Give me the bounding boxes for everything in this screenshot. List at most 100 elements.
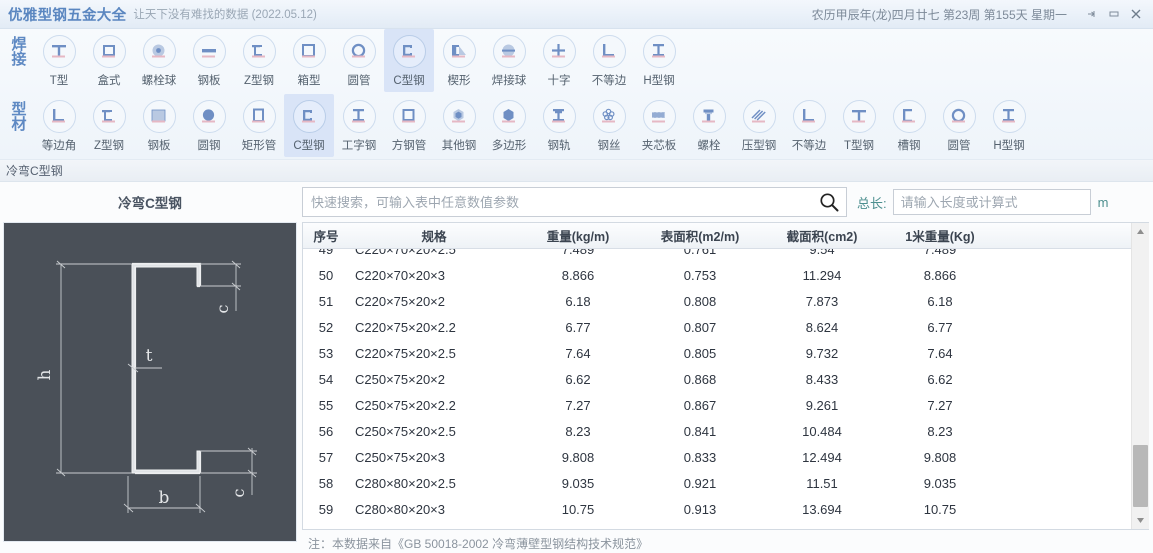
scroll-down-arrow-icon[interactable] (1131, 512, 1149, 529)
ribbon-item-钢板[interactable]: 钢板 (184, 29, 234, 92)
ribbon-item-T型[interactable]: T型 (34, 29, 84, 92)
table-cell: 8.866 (561, 267, 595, 283)
lunar-date-info: 农历甲辰年(龙)四月廿七 第23周 第155天 星期一 (811, 7, 1067, 22)
vertical-scrollbar[interactable] (1131, 223, 1149, 529)
table-cell: 59 (318, 501, 334, 517)
table-cell: C220×70×20×3 (355, 267, 446, 283)
ribbon-item-C型钢[interactable]: C型钢 (284, 94, 334, 157)
ribbon-item-Z型钢[interactable]: Z型钢 (84, 94, 134, 157)
table-row[interactable]: 49 C220×70×20×2.5 7.489 0.761 9.54 7.489 (303, 249, 1148, 262)
table-header-row: 序号 规格 重量(kg/m) 表面积(m2/m) 截面积(cm2) 1米重量(Kg) (303, 223, 1148, 249)
ribbon-item-盒式[interactable]: 盒式 (84, 29, 134, 92)
total-length-input[interactable] (893, 190, 1090, 214)
table-column-header[interactable]: 表面积(m2/m) (637, 226, 763, 245)
ribbon-item-矩形管[interactable]: 矩形管 (234, 94, 284, 157)
table-column-header[interactable]: 1米重量(Kg) (881, 226, 999, 245)
ribbon-item-Z型钢[interactable]: Z型钢 (234, 29, 284, 92)
table-row[interactable]: 52 C220×75×20×2.2 6.77 0.807 8.624 6.77 (303, 314, 1148, 340)
table-column-header[interactable]: 规格 (349, 226, 519, 245)
scrollbar-track[interactable] (1131, 240, 1149, 512)
c-section-icon (292, 100, 326, 133)
ribbon-item-label: 钢板 (197, 75, 221, 87)
scrollbar-thumb[interactable] (1132, 445, 1148, 507)
ribbon-item-槽钢[interactable]: 槽钢 (884, 94, 934, 157)
ribbon-category-profiles: 型 材 (4, 94, 34, 133)
rect-tube-icon (242, 100, 276, 133)
ribbon-item-等边角[interactable]: 等边角 (34, 94, 84, 157)
ribbon-item-多边形[interactable]: 多边形 (484, 94, 534, 157)
search-box[interactable] (302, 187, 847, 217)
ribbon-item-焊接球[interactable]: 焊接球 (484, 29, 534, 92)
ribbon-item-十字[interactable]: 十字 (534, 29, 584, 92)
steel-plate-icon (192, 35, 226, 68)
app-slogan: 让天下没有难找的数据 (2022.05.12) (133, 9, 317, 21)
wedge-icon (442, 35, 476, 68)
ribbon-item-钢板[interactable]: 钢板 (134, 94, 184, 157)
ribbon-item-label: 钢轨 (547, 140, 571, 152)
table-column-header[interactable]: 截面积(cm2) (763, 226, 881, 245)
ribbon-item-圆管[interactable]: 圆管 (934, 94, 984, 157)
right-panel: 总长: m 序号规格重量(kg/m)表面积(m2/m)截面积(cm2)1米重量(… (300, 182, 1153, 553)
table-cell: 8.433 (805, 371, 839, 387)
box-section-icon (92, 35, 126, 68)
c-channel-section-diagram: h c c t b (3, 222, 297, 542)
ribbon-item-不等边[interactable]: 不等边 (584, 29, 634, 92)
steel-wire-icon (592, 100, 626, 133)
table-cell: 13.694 (802, 501, 842, 517)
table-row[interactable]: 54 C250×75×20×2 6.62 0.868 8.433 6.62 (303, 366, 1148, 392)
ribbon-item-label: Z型钢 (93, 140, 125, 152)
close-icon[interactable] (1125, 4, 1147, 24)
ribbon-item-H型钢[interactable]: H型钢 (634, 29, 684, 92)
total-length-label: 总长: (857, 195, 887, 211)
maximize-icon[interactable] (1103, 4, 1125, 24)
table-row[interactable]: 60C300×80×20×2.59.4280.96112.019.428 (303, 522, 1148, 530)
total-length-box[interactable] (892, 189, 1091, 215)
table-row[interactable]: 51 C220×75×20×2 6.18 0.808 7.873 6.18 (303, 288, 1148, 314)
ribbon-item-螺栓球[interactable]: 螺栓球 (134, 29, 184, 92)
t-section-icon (842, 100, 876, 133)
table-row[interactable]: 56 C250×75×20×2.5 8.23 0.841 10.484 8.23 (303, 418, 1148, 444)
table-cell: 54 (318, 371, 334, 387)
box-icon (292, 35, 326, 68)
search-input[interactable] (303, 189, 812, 215)
ribbon-item-圆管[interactable]: 圆管 (334, 29, 384, 92)
ribbon-item-钢丝[interactable]: 钢丝 (584, 94, 634, 157)
table-row[interactable]: 53 C220×75×20×2.5 7.64 0.805 9.732 7.64 (303, 340, 1148, 366)
ribbon-item-其他钢[interactable]: 其他钢 (434, 94, 484, 157)
table-cell: 9.808 (561, 449, 595, 465)
scroll-up-arrow-icon[interactable] (1131, 223, 1149, 240)
table-cell: 8.23 (927, 423, 953, 439)
ribbon-item-工字钢[interactable]: 工字钢 (334, 94, 384, 157)
ribbon-item-圆钢[interactable]: 圆钢 (184, 94, 234, 157)
ribbon-item-C型钢[interactable]: C型钢 (384, 29, 434, 92)
table-row[interactable]: 55 C250×75×20×2.2 7.27 0.867 9.261 7.27 (303, 392, 1148, 418)
table-column-header[interactable]: 序号 (303, 226, 349, 245)
ribbon-item-label: H型钢 (993, 140, 1025, 152)
weld-ball-icon (492, 35, 526, 68)
svg-text:c: c (229, 488, 248, 497)
table-row[interactable]: 57 C250×75×20×3 9.808 0.833 12.494 9.808 (303, 444, 1148, 470)
ribbon-item-T型钢[interactable]: T型钢 (834, 94, 884, 157)
ribbon-item-压型钢[interactable]: 压型钢 (734, 94, 784, 157)
ribbon-item-楔形[interactable]: 楔形 (434, 29, 484, 92)
table-row[interactable]: 59 C280×80×20×3 10.75 0.913 13.694 10.75 (303, 496, 1148, 522)
table-cell: 12.01 (763, 528, 881, 530)
ribbon-item-label: 工字钢 (341, 140, 377, 152)
data-source-note: 注：本数据来自《GB 50018-2002 冷弯薄壁型钢结构技术规范》 (308, 537, 649, 551)
ribbon-item-label: 圆管 (947, 140, 971, 152)
h-section-icon (642, 35, 676, 68)
table-cell: 0.833 (683, 449, 717, 465)
ribbon-item-钢轨[interactable]: 钢轨 (534, 94, 584, 157)
ribbon-item-螺栓[interactable]: 螺栓 (684, 94, 734, 157)
minimize-icon[interactable] (1081, 4, 1103, 24)
ribbon-item-方钢管[interactable]: 方钢管 (384, 94, 434, 157)
table-row[interactable]: 58 C280×80×20×2.5 9.035 0.921 11.51 9.035 (303, 470, 1148, 496)
table-row[interactable]: 50 C220×70×20×3 8.866 0.753 11.294 8.866 (303, 262, 1148, 288)
ribbon-item-箱型[interactable]: 箱型 (284, 29, 334, 92)
ribbon-item-夹芯板[interactable]: 夹芯板 (634, 94, 684, 157)
ribbon-item-不等边[interactable]: 不等边 (784, 94, 834, 157)
ribbon-item-H型钢[interactable]: H型钢 (984, 94, 1034, 157)
search-icon[interactable] (812, 191, 846, 213)
table-column-header[interactable]: 重量(kg/m) (519, 226, 637, 245)
left-panel: 冷弯C型钢 h c c t b (0, 182, 300, 553)
